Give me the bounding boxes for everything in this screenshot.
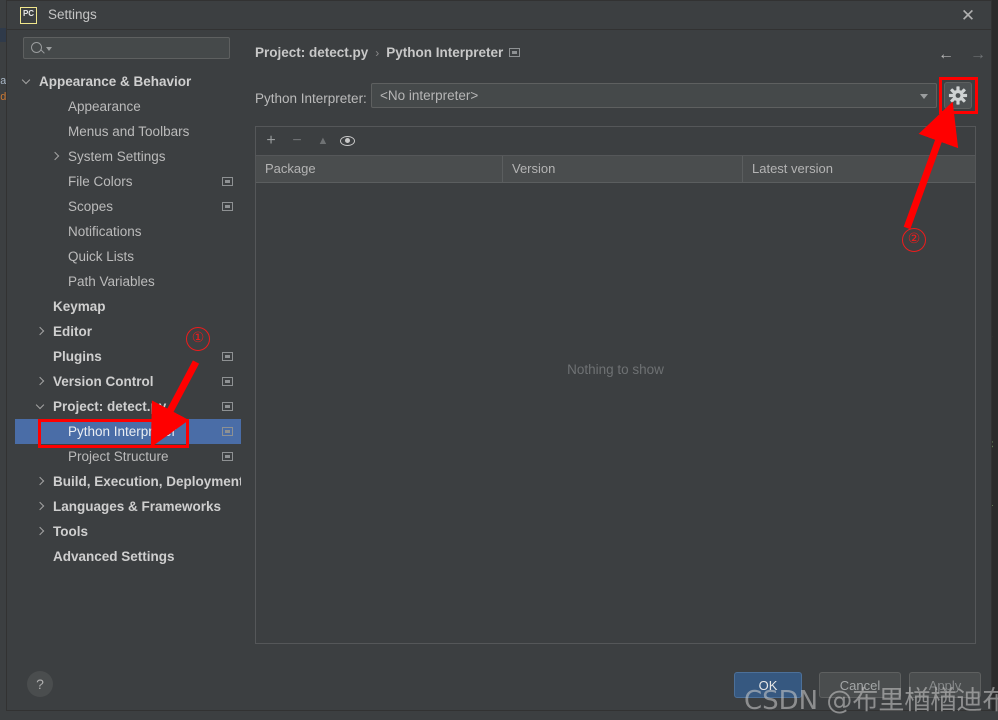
chevron-right-icon[interactable] [35, 326, 45, 336]
nav-back-icon[interactable]: ← [935, 45, 957, 65]
packages-table-header: Package Version Latest version [256, 156, 975, 183]
sidebar-item-system-settings[interactable]: System Settings [15, 144, 241, 169]
sidebar-item-label: Version Control [53, 374, 154, 389]
dialog-title: Settings [48, 7, 97, 22]
interpreter-value: <No interpreter> [380, 88, 479, 103]
sidebar-item-notifications[interactable]: Notifications [15, 219, 241, 244]
sidebar-item-label: Appearance & Behavior [39, 74, 192, 89]
breadcrumb: Project: detect.py › Python Interpreter [255, 45, 503, 60]
sidebar-item-label: Tools [53, 524, 88, 539]
search-input[interactable] [23, 37, 230, 59]
sidebar-item-version-control[interactable]: Version Control [15, 369, 241, 394]
sidebar-item-label: File Colors [68, 174, 133, 189]
breadcrumb-root[interactable]: Project: detect.py [255, 45, 368, 60]
sidebar-item-quick-lists[interactable]: Quick Lists [15, 244, 241, 269]
screen: ar d " , C L PC Settings ✕ Appearance & … [0, 0, 998, 720]
sidebar-item-label: Menus and Toolbars [68, 124, 190, 139]
sidebar-item-label: Keymap [53, 299, 106, 314]
sidebar-item-languages-frameworks[interactable]: Languages & Frameworks [15, 494, 241, 519]
search-icon-handle [40, 49, 45, 54]
sidebar-item-label: Path Variables [68, 274, 155, 289]
breadcrumb-separator: › [375, 46, 380, 60]
sidebar-item-label: Project: detect.py [53, 399, 167, 414]
chevron-right-icon[interactable] [35, 376, 45, 386]
pycharm-logo-text: PC [22, 9, 35, 18]
modified-settings-icon [222, 177, 233, 186]
python-interpreter-highlight-box [38, 419, 189, 448]
sidebar-item-label: Build, Execution, Deployment [53, 474, 244, 489]
interpreter-dropdown[interactable]: <No interpreter> [371, 83, 937, 108]
sidebar-item-label: Notifications [68, 224, 142, 239]
modified-settings-icon [222, 427, 233, 436]
show-early-releases-icon[interactable] [340, 136, 355, 146]
sidebar-item-appearance-behavior[interactable]: Appearance & Behavior [15, 69, 241, 94]
sidebar-item-advanced-settings[interactable]: Advanced Settings [15, 544, 241, 569]
help-button[interactable]: ? [27, 671, 53, 697]
column-header-latest-version[interactable]: Latest version [742, 156, 975, 182]
sidebar-item-label: Languages & Frameworks [53, 499, 222, 514]
chevron-right-icon[interactable] [35, 501, 45, 511]
modified-settings-icon [222, 202, 233, 211]
sidebar-item-build-execution-deployment[interactable]: Build, Execution, Deployment [15, 469, 244, 494]
settings-tree: Appearance & Behavior Appearance Menus and… [15, 69, 244, 569]
sidebar-item-keymap[interactable]: Keymap [15, 294, 241, 319]
modified-settings-icon [222, 402, 233, 411]
sidebar-item-editor[interactable]: Editor [15, 319, 241, 344]
modified-settings-icon [222, 352, 233, 361]
chevron-down-icon[interactable] [35, 400, 45, 411]
nav-forward-icon[interactable]: → [967, 45, 989, 65]
sidebar-item-label: Scopes [68, 199, 114, 214]
sidebar-item-label: System Settings [68, 149, 166, 164]
upgrade-package-button[interactable]: ▲ [310, 127, 336, 155]
packages-panel: + − ▲ Package Version Latest version Nothi… [255, 126, 976, 644]
close-icon[interactable]: ✕ [957, 6, 979, 26]
chevron-down-icon[interactable] [46, 47, 52, 51]
sidebar-item-label: Advanced Settings [53, 549, 175, 564]
remove-package-button[interactable]: − [284, 127, 310, 155]
sidebar-item-menus-and-toolbars[interactable]: Menus and Toolbars [15, 119, 241, 144]
chevron-down-icon[interactable] [21, 75, 31, 86]
modified-settings-icon [509, 48, 520, 57]
modified-settings-icon [222, 377, 233, 386]
settings-dialog: PC Settings ✕ Appearance & Behavior Appea… [6, 0, 992, 711]
packages-empty-message: Nothing to show [567, 362, 664, 377]
chevron-right-icon[interactable] [50, 151, 60, 161]
gear-highlight-box [939, 77, 978, 114]
chevron-right-icon[interactable] [35, 476, 45, 486]
sidebar-item-tools[interactable]: Tools [15, 519, 241, 544]
settings-content: Project: detect.py › Python Interpreter ← … [241, 31, 991, 659]
watermark: CSDN @布里楢楢迪布利多 [744, 686, 998, 716]
sidebar-item-label: Editor [53, 324, 92, 339]
sidebar-item-appearance[interactable]: Appearance [15, 94, 241, 119]
chevron-right-icon[interactable] [35, 526, 45, 536]
modified-settings-icon [222, 452, 233, 461]
sidebar-item-label: Plugins [53, 349, 102, 364]
sidebar-item-label: Quick Lists [68, 249, 135, 264]
column-header-package[interactable]: Package [256, 156, 502, 182]
sidebar-item-project-detect-py[interactable]: Project: detect.py [15, 394, 241, 419]
interpreter-label: Python Interpreter: [255, 91, 367, 106]
sidebar-item-scopes[interactable]: Scopes [15, 194, 241, 219]
sidebar-item-path-variables[interactable]: Path Variables [15, 269, 241, 294]
sidebar-item-label: Appearance [68, 99, 141, 114]
breadcrumb-leaf: Python Interpreter [386, 45, 504, 60]
column-header-version[interactable]: Version [502, 156, 742, 182]
chevron-down-icon[interactable] [920, 94, 928, 99]
pycharm-logo-icon: PC [20, 7, 37, 24]
sidebar-item-plugins[interactable]: Plugins [15, 344, 241, 369]
add-package-button[interactable]: + [258, 127, 284, 155]
dialog-titlebar: PC Settings ✕ [7, 1, 991, 30]
sidebar-item-file-colors[interactable]: File Colors [15, 169, 241, 194]
packages-toolbar: + − ▲ [256, 127, 975, 156]
settings-sidebar: Appearance & Behavior Appearance Menus and… [15, 31, 244, 659]
